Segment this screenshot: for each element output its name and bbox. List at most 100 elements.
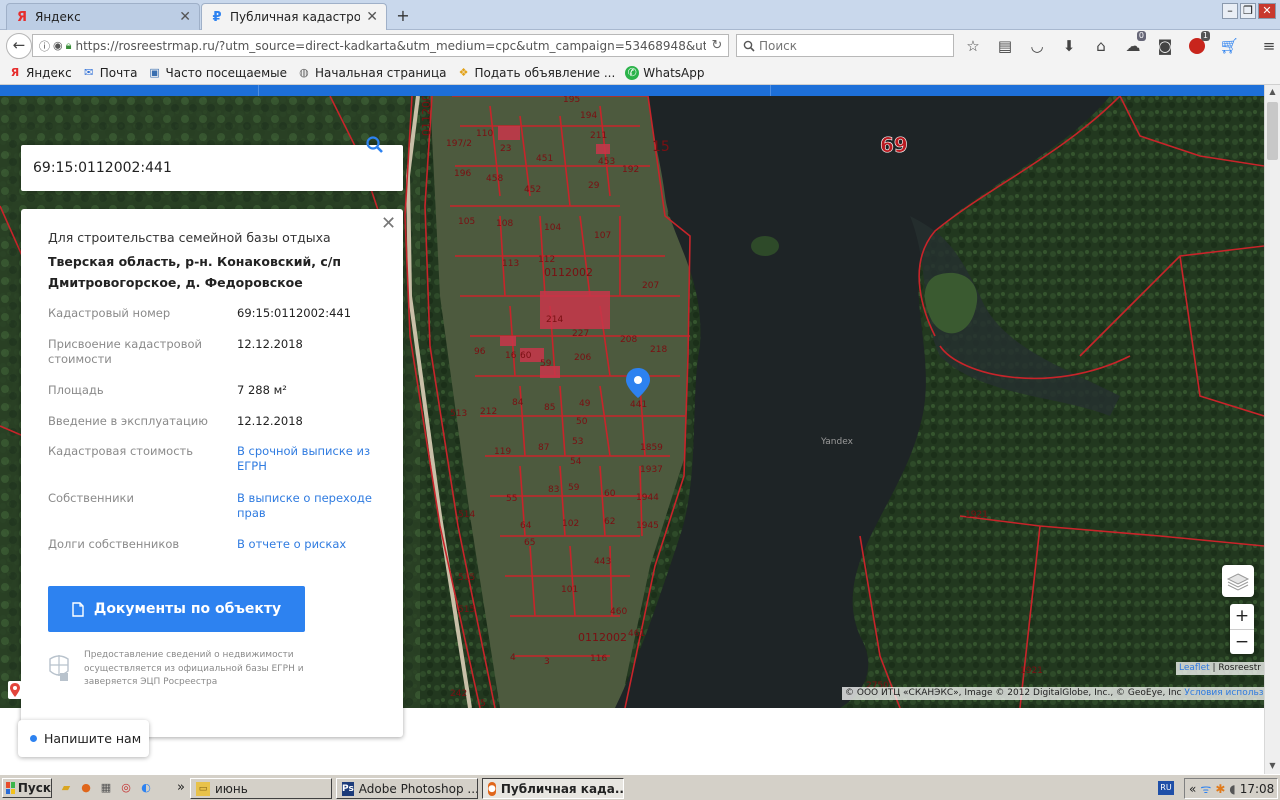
browser-search-input[interactable]: [759, 38, 939, 53]
page-scrollbar[interactable]: ▲ ▼: [1264, 85, 1280, 774]
reading-list-icon[interactable]: ▤: [994, 36, 1016, 56]
parcel-label: 515: [458, 573, 475, 583]
browser-search-box[interactable]: [736, 34, 954, 57]
pocket-icon[interactable]: ◡: [1026, 36, 1048, 56]
bookmark-start-page[interactable]: ◍ Начальная страница: [297, 65, 447, 80]
parcel-label: 227: [572, 329, 589, 339]
block-label: 0112002: [420, 96, 433, 136]
parcel-label: 53: [572, 437, 583, 447]
parcel-label: 60: [604, 489, 616, 499]
parcel-label: 1945: [636, 521, 659, 531]
leaflet-link[interactable]: Leaflet: [1179, 663, 1210, 673]
cart-icon[interactable]: 🛒︎: [1218, 36, 1240, 56]
taskbar-button-firefox[interactable]: ● Публичная када...: [482, 778, 624, 799]
close-window-button[interactable]: ✕: [1258, 3, 1276, 19]
start-button[interactable]: Пуск: [2, 778, 52, 798]
parcel-label: 196: [454, 169, 471, 179]
clock[interactable]: 17:08: [1240, 782, 1275, 796]
documents-button-label: Документы по объекту: [93, 601, 282, 617]
bookmark-yandex[interactable]: Я Яндекс: [8, 66, 72, 80]
back-button[interactable]: ←: [6, 33, 32, 59]
parcel-label: 515: [458, 605, 475, 615]
restore-button[interactable]: ❐: [1240, 3, 1256, 19]
parcel-label: 1859: [640, 443, 663, 453]
language-indicator[interactable]: RU: [1158, 781, 1174, 795]
update-icon[interactable]: ✱: [1215, 782, 1225, 796]
zoom-in-button[interactable]: +: [1230, 604, 1254, 629]
network-icon[interactable]: ᯤ: [1200, 780, 1211, 797]
ads-icon: ❖: [458, 66, 469, 79]
lock-icon[interactable]: 🔒︎: [66, 39, 72, 53]
debts-link[interactable]: В отчете о рисках: [237, 537, 377, 552]
parcel-label: 59: [540, 359, 552, 369]
bookmark-whatsapp[interactable]: ✆ WhatsApp: [625, 65, 705, 80]
layers-icon: [1226, 573, 1250, 591]
taskbar-button-photoshop[interactable]: Ps Adobe Photoshop ...: [336, 778, 478, 799]
terms-link[interactable]: Условия использован: [1184, 688, 1264, 698]
taskbar-button-label: Публичная када...: [500, 781, 624, 796]
address-bar[interactable]: ⓘ ◉ 🔒︎ https://rosreestrmap.ru/?utm_sour…: [32, 34, 729, 57]
download-icon[interactable]: ⬇: [1058, 36, 1080, 56]
parcel-label: 458: [486, 174, 503, 184]
imagery-attribution: © ООО ИТЦ «СКАНЭКС», Image © 2012 Digita…: [842, 687, 1264, 700]
tab-rosreestr[interactable]: ₽ Публичная кадастровая... ✕: [201, 3, 387, 30]
new-tab-button[interactable]: +: [394, 6, 412, 25]
menu-icon[interactable]: ≡: [1258, 36, 1280, 56]
reload-icon[interactable]: ↻: [706, 38, 728, 53]
minimize-button[interactable]: –: [1222, 3, 1238, 19]
home-icon[interactable]: ⌂: [1090, 36, 1112, 56]
search-icon[interactable]: [365, 135, 385, 155]
parcel-label: 441: [630, 400, 647, 410]
cadastral-search-input[interactable]: [33, 160, 333, 176]
taskbar-button-folder[interactable]: ▭ июнь: [190, 778, 332, 799]
cadastral-search-box[interactable]: [21, 136, 403, 191]
close-icon[interactable]: ✕: [381, 215, 396, 233]
layers-button[interactable]: [1222, 565, 1254, 597]
owners-link[interactable]: В выписке о переходе прав: [237, 491, 377, 521]
folder-quicklaunch-icon[interactable]: ▰: [58, 780, 74, 796]
cadastral-value-link[interactable]: В срочной выписке из ЕГРН: [237, 444, 377, 474]
bookmark-label: Начальная страница: [314, 65, 447, 80]
parcel-label: 208: [620, 335, 637, 345]
parcel-label: 107: [594, 231, 611, 241]
bookmarks-bar: Я Яндекс ✉ Почта ▣ Часто посещаемые ◍ Началь…: [0, 61, 1280, 85]
extension-icon[interactable]: ☁ 0: [1122, 31, 1146, 56]
volume-icon[interactable]: ◖: [1229, 782, 1235, 796]
web-page: 195 194 211 15 197/2 110 23 451 453 196 …: [0, 85, 1264, 774]
close-icon[interactable]: ✕: [179, 9, 191, 25]
toolbar-icons: ☆ ▤ ◡ ⬇ ⌂ ☁ 0 ◙ 1 🛒︎ ≡: [962, 31, 1280, 56]
close-icon[interactable]: ✕: [366, 9, 378, 25]
screenshot-icon[interactable]: ◙: [1154, 36, 1176, 56]
quicklaunch-overflow[interactable]: »: [173, 780, 189, 796]
adblock-icon[interactable]: 1: [1186, 31, 1210, 56]
info-icon[interactable]: ⓘ: [39, 38, 50, 54]
tray-expand-chevron[interactable]: «: [1189, 782, 1196, 796]
bookmark-most-visited[interactable]: ▣ Часто посещаемые: [148, 66, 287, 80]
parcel-label: 513: [450, 409, 467, 419]
zoom-out-button[interactable]: −: [1230, 629, 1254, 654]
location-icon[interactable]: [8, 681, 22, 699]
tab-yandex[interactable]: Я Яндекс ✕: [6, 3, 200, 30]
scroll-down-arrow[interactable]: ▼: [1265, 759, 1280, 773]
parcel-label: 104: [544, 223, 561, 233]
browser-quicklaunch-icon[interactable]: ◐: [138, 780, 154, 796]
system-tray: « ᯤ ✱ ◖ 17:08: [1184, 778, 1278, 799]
rosreestr-credit: Rosreestr: [1218, 663, 1261, 673]
bookmark-ads[interactable]: ❖ Подать объявление ...: [457, 66, 616, 80]
opera-quicklaunch-icon[interactable]: ◎: [118, 780, 134, 796]
parcel-label: 83: [548, 485, 559, 495]
block-label: 0112002: [544, 266, 593, 279]
documents-button[interactable]: Документы по объекту: [48, 586, 305, 632]
bookmark-star-icon[interactable]: ☆: [962, 36, 984, 56]
url-text[interactable]: https://rosreestrmap.ru/?utm_source=dire…: [75, 39, 706, 53]
scroll-up-arrow[interactable]: ▲: [1265, 85, 1280, 99]
bookmark-mail[interactable]: ✉ Почта: [82, 66, 137, 80]
calculator-quicklaunch-icon[interactable]: ▦: [98, 780, 114, 796]
parcel-label: 54: [570, 457, 582, 467]
tab-title: Яндекс: [35, 10, 81, 24]
chat-widget-button[interactable]: Напишите нам: [18, 720, 149, 757]
scroll-thumb[interactable]: [1267, 102, 1278, 160]
tracking-icon[interactable]: ◉: [53, 39, 63, 52]
parcel-label: 96: [474, 347, 486, 357]
firefox-quicklaunch-icon[interactable]: ●: [78, 780, 94, 796]
